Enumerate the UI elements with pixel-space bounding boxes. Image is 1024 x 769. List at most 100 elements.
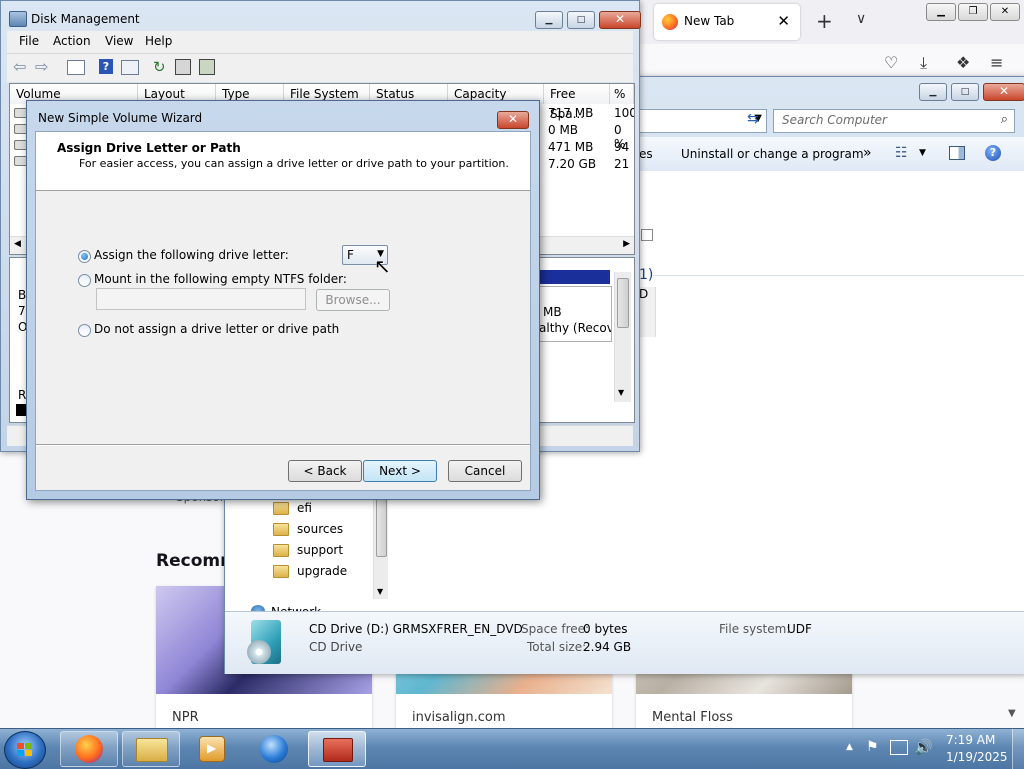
settings-icon[interactable] [199, 59, 215, 75]
action-center-flag-icon[interactable]: ⚑ [866, 739, 879, 755]
windows-logo-part [25, 743, 32, 749]
scroll-down-icon[interactable]: ▼ [377, 587, 383, 596]
file-system-value: UDF [787, 622, 812, 636]
next-button[interactable]: Next > [363, 460, 437, 482]
wizard-subheading: For easier access, you can assign a driv… [79, 157, 509, 170]
search-input[interactable]: Search Computer ⌕ [773, 109, 1015, 133]
cd-drive-icon [247, 620, 281, 664]
minimize-button[interactable]: ▁ [926, 3, 956, 21]
menu-help[interactable]: Help [145, 34, 172, 48]
close-button[interactable]: ✕ [983, 83, 1024, 101]
tab-title: New Tab [684, 14, 735, 28]
drive-tile-fragment[interactable]: D [639, 287, 656, 337]
change-view-icon[interactable]: ☷ [895, 145, 908, 161]
minimize-button[interactable]: ▁ [919, 83, 947, 101]
refresh-icon[interactable]: ⇆ [747, 111, 759, 127]
forward-arrow-icon[interactable]: ⇨ [35, 57, 48, 76]
folder-sources[interactable]: sources [273, 522, 343, 542]
scroll-down-icon[interactable]: ▼ [618, 388, 624, 397]
downloads-icon[interactable]: ⤓ [920, 53, 927, 73]
folder-path-input[interactable] [96, 288, 306, 310]
properties-icon[interactable] [121, 60, 139, 75]
graph-scrollbar[interactable]: ▼ [614, 272, 631, 402]
new-tab-button[interactable]: + [816, 9, 833, 33]
tab-new-tab[interactable]: New Tab ✕ [654, 4, 800, 40]
checkbox[interactable] [641, 229, 653, 241]
close-button[interactable]: ✕ [599, 11, 641, 29]
group-header-fragment: 1) [639, 267, 654, 283]
taskbar-firefox[interactable] [60, 731, 118, 767]
menu-view[interactable]: View [105, 34, 133, 48]
command-fragment[interactable]: es [639, 147, 653, 161]
maximize-button[interactable]: □ [951, 83, 979, 101]
restore-button[interactable]: ❐ [958, 3, 988, 21]
nav-bar: ♡ ⤓ ❖ ≡ [640, 44, 1024, 80]
disk-label-fragment: B [18, 288, 27, 302]
firefox-icon [662, 14, 678, 30]
taskbar-thunderbird[interactable] [246, 731, 302, 765]
tab-close-icon[interactable]: ✕ [777, 12, 790, 30]
uninstall-program-button[interactable]: Uninstall or change a program [681, 147, 864, 161]
mount-folder-radio[interactable] [78, 274, 91, 287]
menu-file[interactable]: File [19, 34, 39, 48]
column-percent-free[interactable]: % F [610, 84, 634, 104]
show-hide-console-icon[interactable] [67, 60, 85, 75]
taskbar-explorer[interactable] [122, 731, 180, 767]
drive-letter-value: F [347, 248, 354, 262]
preview-pane-icon[interactable] [949, 146, 965, 160]
partition-block[interactable]: MB althy (Recov [538, 286, 612, 342]
back-button[interactable]: < Back [288, 460, 362, 482]
browse-button[interactable]: Browse... [316, 289, 390, 311]
scroll-left-icon[interactable]: ◀ [14, 239, 21, 249]
taskbar-disk-management[interactable] [308, 731, 366, 767]
folder-support[interactable]: support [273, 543, 343, 563]
wizard-body: Assign Drive Letter or Path For easier a… [35, 131, 531, 491]
folder-icon [273, 523, 289, 536]
more-commands-button[interactable]: » [863, 145, 872, 161]
list-all-tabs-icon[interactable]: ∨ [856, 11, 866, 27]
extensions-icon[interactable]: ❖ [956, 53, 970, 72]
scroll-right-icon[interactable]: ▶ [623, 239, 630, 249]
start-button[interactable] [4, 731, 46, 769]
nav-scrollbar-thumb[interactable] [376, 499, 387, 557]
cancel-button[interactable]: Cancel [448, 460, 522, 482]
column-free-space[interactable]: Free Spa... [544, 84, 610, 121]
mount-folder-label[interactable]: Mount in the following empty NTFS folder… [94, 272, 347, 286]
maximize-button[interactable]: □ [567, 11, 595, 29]
nav-scrollbar[interactable]: ▼ [373, 497, 388, 599]
no-assign-radio[interactable] [78, 324, 91, 337]
close-button[interactable]: ✕ [497, 111, 529, 129]
clock-date[interactable]: 1/19/2025 [946, 750, 1008, 764]
clock-time[interactable]: 7:19 AM [946, 733, 995, 747]
view-dropdown-icon[interactable]: ▼ [919, 148, 926, 158]
wizard-heading: Assign Drive Letter or Path [57, 141, 241, 155]
back-arrow-icon[interactable]: ⇦ [13, 57, 26, 76]
percent-free-cell: 94 [614, 140, 630, 154]
help-icon[interactable]: ? [985, 145, 1001, 161]
help-icon[interactable]: ? [99, 59, 113, 74]
free-space-cell: 0 MB [548, 123, 579, 137]
close-button[interactable]: ✕ [990, 3, 1020, 21]
show-desktop-button[interactable] [1012, 729, 1024, 769]
volume-icon[interactable]: 🔊 [914, 738, 933, 756]
taskbar-media-player[interactable]: ▶ [184, 731, 240, 765]
folder-upgrade[interactable]: upgrade [273, 564, 347, 584]
no-assign-label[interactable]: Do not assign a drive letter or drive pa… [94, 322, 339, 336]
assign-letter-radio[interactable] [78, 250, 91, 263]
minimize-button[interactable]: ▁ [535, 11, 563, 29]
assign-letter-label[interactable]: Assign the following drive letter: [94, 248, 289, 262]
graph-scrollbar-thumb[interactable] [617, 278, 629, 328]
toolbar: ⇦ ⇨ ? ↻ [7, 53, 633, 82]
refresh-icon[interactable]: ↻ [153, 58, 166, 76]
menu-bar: File Action View Help [7, 31, 633, 53]
folder-efi[interactable]: efi [273, 501, 312, 521]
search-icon: ⌕ [1000, 112, 1008, 127]
menu-action[interactable]: Action [53, 34, 91, 48]
rescan-disks-icon[interactable] [175, 59, 191, 75]
network-icon[interactable] [890, 740, 908, 755]
pocket-icon[interactable]: ♡ [884, 53, 898, 72]
firefox-icon [75, 735, 103, 763]
menu-icon[interactable]: ≡ [990, 53, 1003, 72]
show-hidden-icons[interactable]: ▲ [846, 742, 853, 752]
scroll-down-icon[interactable]: ▼ [1008, 708, 1016, 719]
